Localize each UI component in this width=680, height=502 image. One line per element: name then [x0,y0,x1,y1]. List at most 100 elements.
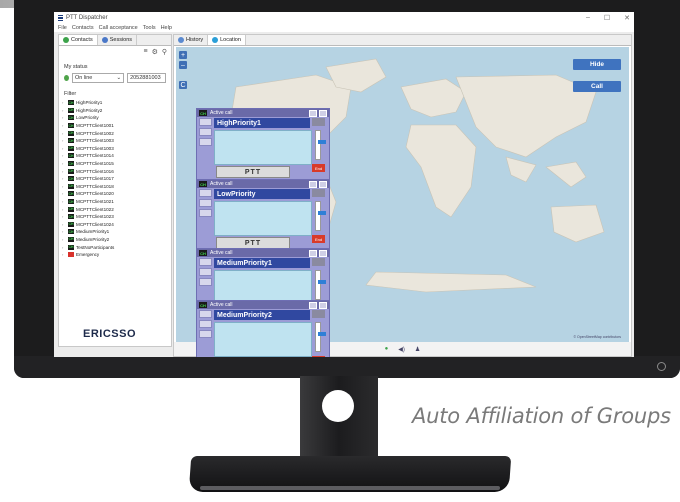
menu-tools[interactable]: Tools [143,25,156,31]
call-window-header[interactable]: CH Active call [197,301,329,309]
tab-location[interactable]: Location [208,35,246,45]
expand-icon[interactable]: › [62,184,66,189]
menu-call-acceptance[interactable]: Call acceptance [99,25,138,31]
minimize-icon[interactable] [309,249,317,257]
minimize-icon[interactable] [309,180,317,188]
list-item[interactable]: › CH HighPriority2 [62,107,171,115]
volume-slider[interactable] [315,130,321,160]
center-map-button[interactable]: C [179,81,187,89]
expand-icon[interactable]: › [62,252,66,257]
expand-icon[interactable]: › [62,176,66,181]
list-item[interactable]: › CH LowPriority [62,114,171,122]
list-item[interactable]: › CH MediumPriority1 [62,228,171,236]
close-icon[interactable] [319,301,327,309]
call-settings-button[interactable] [199,278,212,286]
expand-icon[interactable]: › [62,146,66,151]
volume-slider[interactable] [315,201,321,231]
menu-file[interactable]: File [58,25,67,31]
minimize-button[interactable]: – [586,14,590,22]
close-icon[interactable] [319,180,327,188]
expand-icon[interactable]: › [62,191,66,196]
list-item[interactable]: › CH MCPTTClient1022 [62,205,171,213]
expand-icon[interactable]: › [62,115,66,120]
expand-icon[interactable]: › [62,108,66,113]
call-option-button[interactable] [199,118,212,126]
expand-icon[interactable]: › [62,199,66,204]
active-call-window[interactable]: CH Active call LowPriority PTT End [196,179,330,251]
call-button[interactable]: Call [573,81,621,92]
call-mute-button[interactable] [199,199,212,207]
expand-icon[interactable]: › [62,222,66,227]
expand-icon[interactable]: › [62,138,66,143]
expand-icon[interactable]: › [62,100,66,105]
list-item[interactable]: › CH MCPTTClient1003 [62,137,171,145]
close-button[interactable]: ✕ [624,14,630,22]
end-call-button[interactable]: End [312,235,325,243]
list-item[interactable]: › CH MCPTTClient1021 [62,198,171,206]
end-call-button[interactable]: End [312,356,325,357]
minimize-icon[interactable] [309,109,317,117]
call-settings-button[interactable] [199,330,212,338]
maximize-button[interactable]: ☐ [604,14,610,22]
call-mute-button[interactable] [199,268,212,276]
minimize-icon[interactable] [309,301,317,309]
filter-icon[interactable]: ≡ [143,48,147,60]
volume-slider[interactable] [315,270,321,300]
call-mute-button[interactable] [199,320,212,328]
list-item[interactable]: › CH MCPTTClient1002 [62,129,171,137]
active-call-window[interactable]: CHActive callMediumPriority2PTTEnd [196,300,330,357]
list-item[interactable]: › CH MCPTTClient1014 [62,152,171,160]
tab-history[interactable]: History [174,35,209,45]
volume-slider[interactable] [315,322,321,352]
tab-sessions[interactable]: Sessions [98,35,138,45]
call-option-button[interactable] [199,310,212,318]
list-item[interactable]: › Emergency [62,251,171,259]
end-call-button[interactable]: End [312,164,325,172]
zoom-out-button[interactable]: – [179,61,187,69]
call-settings-button[interactable] [199,138,212,146]
active-call-window[interactable]: CH Active call HighPriority1 PTT End [196,108,330,180]
list-item[interactable]: › CH MCPTTClient1016 [62,167,171,175]
expand-icon[interactable]: › [62,207,66,212]
call-settings-button[interactable] [199,209,212,217]
menu-contacts[interactable]: Contacts [72,25,94,31]
expand-icon[interactable]: › [62,245,66,250]
expand-icon[interactable]: › [62,214,66,219]
expand-icon[interactable]: › [62,153,66,158]
number-field[interactable]: 2052881003 [127,73,166,83]
expand-icon[interactable]: › [62,237,66,242]
list-item[interactable]: › CH MCPTTClient1018 [62,183,171,191]
ptt-button[interactable]: PTT [216,166,290,178]
speaker-icon[interactable]: ◀) [398,346,405,353]
expand-icon[interactable]: › [62,161,66,166]
call-mute-button[interactable] [199,128,212,136]
list-item[interactable]: › CH MediumPriority2 [62,236,171,244]
expand-icon[interactable]: › [62,229,66,234]
zoom-in-button[interactable]: + [179,51,187,59]
status-select[interactable]: On line ⌄ [71,73,125,83]
list-item[interactable]: › CH MCPTTClient1001 [62,122,171,130]
settings-icon[interactable]: ⚙ [152,48,158,60]
list-item[interactable]: › CH TestNoParticipants [62,243,171,251]
call-window-header[interactable]: CH Active call [197,180,329,188]
expand-icon[interactable]: › [62,123,66,128]
list-item[interactable]: › CH MCPTTClient1023 [62,213,171,221]
list-item[interactable]: › CH MCPTTClient1017 [62,175,171,183]
list-item[interactable]: › CH MCPTTClient1015 [62,160,171,168]
call-window-header[interactable]: CH Active call [197,249,329,257]
tab-contacts[interactable]: Contacts [59,35,98,45]
expand-icon[interactable]: › [62,169,66,174]
close-icon[interactable] [319,249,327,257]
expand-icon[interactable]: › [62,131,66,136]
list-item[interactable]: › CH MCPTTClient1003 [62,145,171,153]
close-icon[interactable] [319,109,327,117]
user-icon[interactable]: ♟ [415,346,420,353]
call-window-header[interactable]: CH Active call [197,109,329,117]
call-option-button[interactable] [199,189,212,197]
hide-button[interactable]: Hide [573,59,621,70]
menu-help[interactable]: Help [161,25,172,31]
call-option-button[interactable] [199,258,212,266]
list-item[interactable]: › CH HighPriority1 [62,99,171,107]
list-item[interactable]: › CH MCPTTClient1024 [62,221,171,229]
pin-icon[interactable]: ⚲ [162,48,167,60]
